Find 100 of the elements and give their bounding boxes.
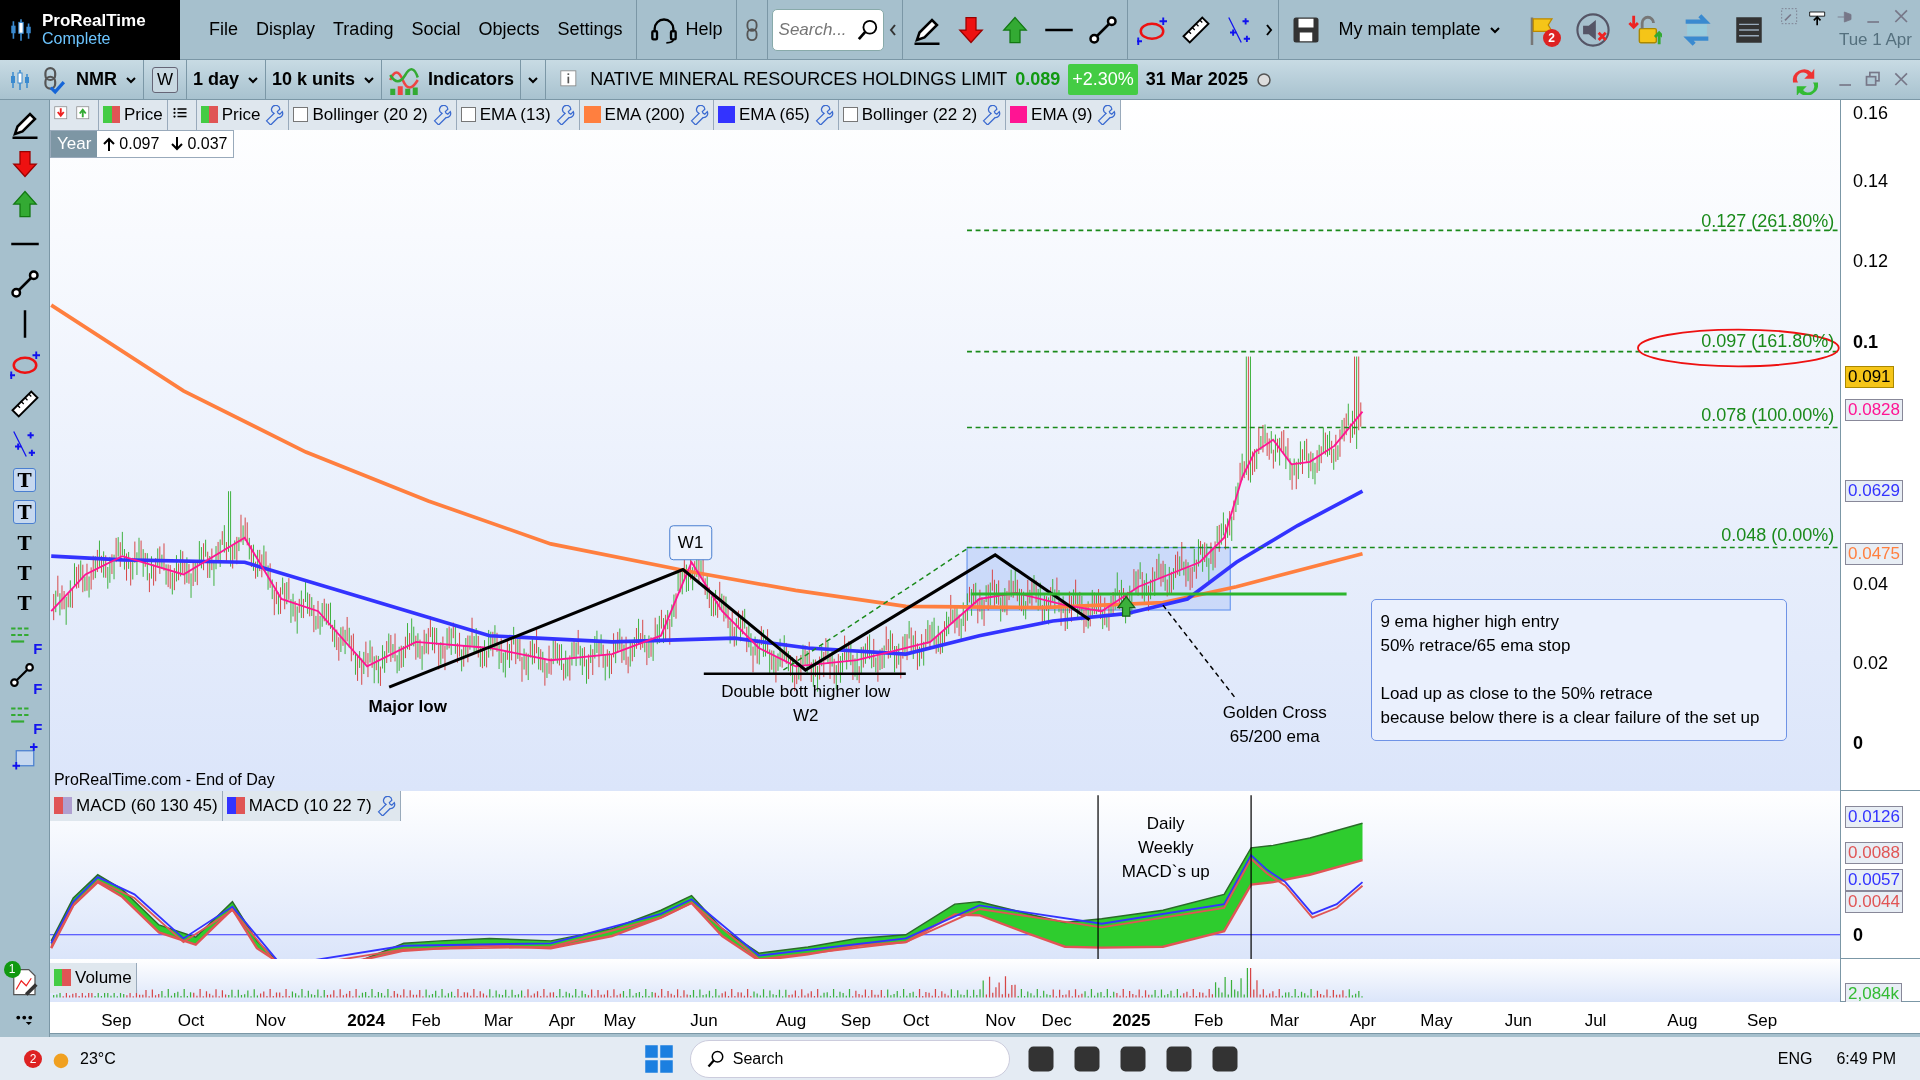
wrench-icon[interactable] (431, 104, 452, 125)
muted-speaker-icon[interactable] (1575, 12, 1610, 47)
chart-type-icon[interactable] (8, 67, 32, 92)
search-field[interactable]: Search... (771, 8, 884, 51)
text-tool[interactable]: T (17, 562, 32, 584)
legend-item[interactable]: MACD (60 130 45) (50, 791, 223, 821)
legend-label: MACD (60 130 45) (76, 795, 218, 817)
down-arrow-icon[interactable] (955, 14, 986, 45)
last-price: 0.089 (1015, 68, 1061, 91)
help-button[interactable]: Help (640, 15, 732, 44)
month-label: Feb (1193, 1010, 1224, 1032)
down-arrow-icon[interactable] (9, 148, 40, 180)
fib-level-label: 0.097 (161.80%) (1701, 329, 1835, 353)
legend-label: Volume (75, 967, 132, 989)
taskbar-search[interactable]: Search (689, 1039, 1010, 1078)
legend-item[interactable]: Price (196, 100, 290, 130)
search-icon[interactable] (856, 18, 879, 41)
segment-icon[interactable] (9, 268, 40, 300)
text-tool[interactable]: T (13, 500, 36, 524)
legend-item[interactable]: Price (99, 100, 168, 130)
checkbox[interactable] (293, 107, 309, 123)
legend-item[interactable]: MACD (10 22 7) (222, 791, 401, 821)
ruler-icon[interactable] (1180, 14, 1211, 45)
menu-item[interactable]: Social (402, 16, 470, 43)
status-circle-icon (1255, 71, 1272, 88)
axis-label: 0.12 (1853, 249, 1889, 273)
price-tag: 0.0475 (1845, 542, 1903, 565)
wrench-icon[interactable] (554, 104, 575, 125)
axis-label: 0.1 (1853, 330, 1879, 354)
period-dropdown[interactable]: 1 day (187, 59, 267, 100)
ruler-icon[interactable] (9, 388, 40, 420)
legend-item[interactable]: EMA (9) (1006, 100, 1122, 130)
legend-item[interactable]: EMA (65) (713, 100, 839, 130)
template-dropdown[interactable]: My main template (1332, 15, 1507, 44)
weekly-button[interactable]: W (152, 66, 179, 93)
fibonacci-icon[interactable] (8, 662, 35, 688)
menu-item[interactable]: Trading (324, 16, 403, 43)
month-label: Mar (483, 1010, 513, 1032)
current-date: Tue 1 Apr (1838, 28, 1912, 51)
wrench-icon[interactable] (264, 104, 285, 125)
legend-item[interactable]: Bollinger (22 2) (838, 100, 1007, 130)
scroll-right-icon[interactable] (1263, 22, 1274, 37)
language-indicator[interactable]: ENG (1777, 1046, 1813, 1071)
menu-item[interactable]: Display (247, 16, 325, 43)
checkbox[interactable] (460, 107, 476, 123)
checkbox[interactable] (842, 107, 858, 123)
note-text: Load up as close to the 50% retrace because below there is a clear failure of the set up (1380, 682, 1761, 729)
down-arrow-icon (171, 136, 184, 151)
segment-icon[interactable] (1087, 14, 1118, 45)
menu-item[interactable]: Settings (548, 16, 632, 43)
menu-item[interactable]: File (200, 16, 247, 43)
wrench-icon[interactable] (375, 795, 396, 816)
start-icon[interactable] (643, 1043, 674, 1074)
swatch (200, 106, 218, 124)
wrench-icon[interactable] (813, 104, 834, 125)
macd-note: Daily Weekly MACD`s up (1121, 812, 1210, 883)
text-tool[interactable]: T (17, 532, 32, 554)
legend-item[interactable]: EMA (13) (456, 100, 580, 130)
wrench-icon[interactable] (1096, 104, 1117, 125)
month-label: Oct (177, 1010, 205, 1032)
axis-label: 0.14 (1853, 169, 1889, 193)
search-text: Search (732, 1048, 784, 1069)
units-dropdown[interactable]: 10 k units (266, 59, 383, 100)
up-arrow-icon[interactable] (999, 14, 1030, 45)
app-name: ProRealTime (42, 11, 146, 30)
symbol-dropdown[interactable]: NMR (70, 59, 144, 100)
wrench-icon[interactable] (688, 104, 709, 125)
up-arrow-icon (103, 136, 116, 151)
headset-icon (649, 15, 678, 44)
fib-level-label: 0.048 (0.00%) (1721, 523, 1835, 547)
high-value: 0.097 (119, 133, 160, 154)
tool-letter: F (33, 682, 43, 696)
clock-time[interactable]: 6:49 PM (1836, 1046, 1896, 1071)
month-label: Sep (840, 1010, 872, 1032)
pattern-label: Double bott higher low W2 (721, 681, 891, 728)
wrench-icon[interactable] (981, 104, 1002, 125)
month-label: May (603, 1010, 636, 1032)
legend-label: EMA (200) (604, 104, 685, 126)
scroll-left-icon[interactable] (887, 22, 898, 37)
legend-item[interactable]: Bollinger (20 2) (289, 100, 457, 130)
month-label: Mar (1269, 1010, 1300, 1032)
tool-letter: F (33, 642, 43, 656)
indicators-button[interactable]: Indicators (382, 59, 522, 100)
menu-item[interactable]: Objects (469, 16, 549, 43)
price-change-badge: +2.30% (1068, 64, 1138, 95)
month-label: Dec (1041, 1010, 1072, 1032)
up-arrow-icon (1116, 595, 1136, 617)
month-label: Jun (690, 1010, 718, 1032)
legend-item[interactable]: Volume (50, 963, 137, 993)
month-label: Apr (1349, 1010, 1377, 1032)
month-label: Nov (255, 1010, 286, 1032)
text-tool[interactable]: T (13, 468, 36, 492)
price-tag: 0.0828 (1845, 399, 1903, 422)
up-arrow-icon[interactable] (9, 188, 40, 220)
legend-label: Bollinger (20 2) (312, 104, 428, 126)
value-tag: 2,084k (1845, 982, 1903, 1005)
value-tag: 0.0126 (1845, 806, 1903, 829)
text-tool[interactable]: T (17, 592, 32, 614)
count-badge: 1 (3, 961, 21, 978)
legend-item[interactable]: EMA (200) (579, 100, 714, 130)
